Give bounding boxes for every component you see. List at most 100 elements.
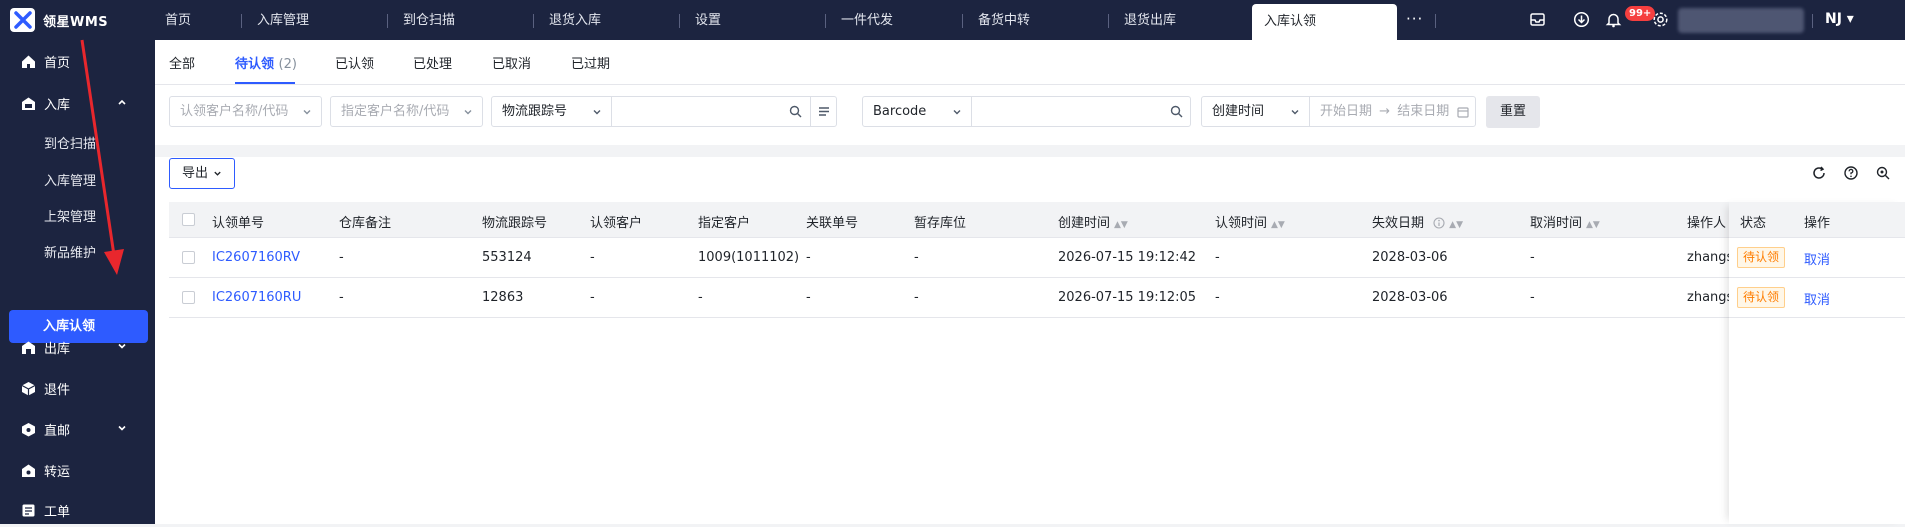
- inbox-icon[interactable]: [1529, 11, 1546, 28]
- chevron-down-icon: [118, 343, 126, 349]
- claim-no-link[interactable]: IC2607160RV: [212, 250, 300, 265]
- barcode-type-value: Barcode: [873, 104, 927, 119]
- tab-processed[interactable]: 已处理: [413, 53, 452, 72]
- help-icon[interactable]: [1844, 166, 1858, 180]
- cell-storage-location: -: [914, 250, 919, 265]
- search-icon[interactable]: [789, 105, 802, 118]
- sidebar-subitem-inbound-management[interactable]: 入库管理: [44, 170, 96, 189]
- sort-icon[interactable]: ▲▼: [1586, 220, 1600, 230]
- cell-warehouse-note: -: [339, 290, 344, 305]
- claim-no-link[interactable]: IC2607160RU: [212, 290, 301, 305]
- info-icon[interactable]: [1433, 217, 1445, 229]
- download-icon[interactable]: [1573, 11, 1590, 28]
- col-action: 操作: [1804, 216, 1831, 231]
- section-gap: [155, 145, 1905, 157]
- tracking-search-input[interactable]: [611, 96, 811, 127]
- sidebar-item-outbound[interactable]: 出库: [0, 330, 155, 364]
- sidebar-item-label: 首页: [44, 55, 71, 71]
- table-row: IC2607160RV - 553124 - 1009(1011102) - -…: [169, 238, 1899, 278]
- chevron-down-icon: [953, 110, 961, 115]
- status-badge: 待认领: [1737, 287, 1786, 308]
- direct-mail-icon: [22, 422, 35, 436]
- sidebar-item-inbound[interactable]: 入库: [0, 86, 155, 120]
- column-settings-icon[interactable]: [1876, 166, 1890, 180]
- tracking-type-select[interactable]: 物流跟踪号: [491, 96, 612, 127]
- cell-created-at: 2026-07-15 19:12:42: [1058, 250, 1197, 265]
- col-label: 失效日期: [1372, 216, 1425, 231]
- sidebar-item-returns[interactable]: 退件: [0, 371, 155, 405]
- nav-tab-inbound-management[interactable]: 入库管理: [241, 0, 387, 40]
- nav-tab-arrival-scan[interactable]: 到仓扫描: [387, 0, 533, 40]
- app-logo[interactable]: 领星WMS: [10, 8, 108, 32]
- barcode-search-input[interactable]: [971, 96, 1191, 127]
- select-all-checkbox[interactable]: [182, 213, 195, 226]
- assigned-customer-select[interactable]: 指定客户名称/代码: [330, 96, 483, 127]
- tab-expired[interactable]: 已过期: [571, 53, 610, 72]
- chevron-down-icon: [464, 110, 472, 115]
- sort-icon[interactable]: ▲▼: [1271, 220, 1285, 230]
- sort-icon[interactable]: ▲▼: [1114, 220, 1128, 230]
- cell-claimed-at: -: [1215, 290, 1220, 305]
- export-label: 导出: [182, 166, 209, 181]
- sidebar-subitem-arrival-scan[interactable]: 到仓扫描: [44, 133, 96, 152]
- col-related-no: 关联单号: [806, 216, 859, 231]
- row-checkbox[interactable]: [182, 291, 195, 304]
- sidebar: 首页 入库 到仓扫描 入库管理 上架管理 新品维护 入库认领 出库 退件 直邮 …: [0, 40, 155, 524]
- tab-claimed[interactable]: 已认领: [335, 53, 374, 72]
- tab-cancelled[interactable]: 已取消: [492, 53, 531, 72]
- col-claimed-at[interactable]: 认领时间 ▲▼: [1215, 212, 1285, 231]
- more-tabs-icon[interactable]: ···: [1406, 10, 1423, 28]
- sidebar-item-home[interactable]: 首页: [0, 44, 155, 78]
- sidebar-subitem-putaway-management[interactable]: 上架管理: [44, 206, 96, 225]
- row-checkbox[interactable]: [182, 251, 195, 264]
- nav-tab-dropshipping[interactable]: 一件代发: [825, 0, 971, 40]
- col-status: 状态: [1740, 216, 1767, 231]
- return-icon: [21, 381, 36, 395]
- time-type-select[interactable]: 创建时间: [1201, 96, 1310, 127]
- date-range-picker[interactable]: 开始日期 → 结束日期: [1309, 96, 1476, 127]
- bell-icon[interactable]: [1605, 11, 1622, 28]
- nav-tab-settings[interactable]: 设置: [679, 0, 825, 40]
- tab-pending-claim[interactable]: 待认领 (2): [235, 53, 297, 72]
- search-icon[interactable]: [1170, 105, 1183, 118]
- nav-tab-return-inbound[interactable]: 退货入库: [533, 0, 679, 40]
- nav-tab-stock-transfer[interactable]: 备货中转: [962, 0, 1108, 40]
- chevron-down-icon: [1291, 110, 1299, 115]
- col-cancelled-at[interactable]: 取消时间 ▲▼: [1530, 212, 1600, 231]
- col-expiry-date[interactable]: 失效日期 ▲▼: [1372, 212, 1463, 231]
- refresh-icon[interactable]: [1812, 166, 1826, 180]
- claim-customer-select[interactable]: 认领客户名称/代码: [169, 96, 322, 127]
- sidebar-item-tickets[interactable]: 工单: [0, 493, 155, 527]
- chevron-down-icon: [214, 171, 221, 176]
- sidebar-item-direct-mail[interactable]: 直邮: [0, 412, 155, 446]
- gear-icon[interactable]: [1652, 11, 1669, 28]
- cancel-link[interactable]: 取消: [1804, 249, 1830, 268]
- app-name: 领星WMS: [43, 14, 109, 30]
- col-created-at[interactable]: 创建时间 ▲▼: [1058, 212, 1128, 231]
- nav-tab-home[interactable]: 首页: [149, 0, 241, 40]
- barcode-type-select[interactable]: Barcode: [862, 96, 972, 127]
- tab-count: (2): [278, 57, 297, 72]
- nav-tab-return-outbound[interactable]: 退货出库: [1108, 0, 1254, 40]
- sidebar-item-label: 转运: [44, 464, 71, 480]
- user-avatar-initials[interactable]: NJ ▾: [1825, 11, 1854, 27]
- col-warehouse-note: 仓库备注: [339, 216, 392, 231]
- tab-label: 待认领: [235, 57, 275, 72]
- nav-tab-inbound-claim[interactable]: 入库认领: [1252, 4, 1397, 40]
- user-account-blurred[interactable]: [1678, 8, 1804, 33]
- export-button[interactable]: 导出: [169, 158, 235, 189]
- tab-all[interactable]: 全部: [169, 53, 195, 72]
- sort-icon[interactable]: ▲▼: [1449, 220, 1463, 230]
- logo-icon: [10, 8, 35, 32]
- sidebar-subitem-new-product[interactable]: 新品维护: [44, 242, 96, 261]
- reset-button[interactable]: 重置: [1486, 96, 1540, 128]
- chevron-up-icon: [118, 99, 126, 105]
- cell-tracking-no: 12863: [482, 290, 524, 305]
- batch-input-button[interactable]: [810, 96, 837, 127]
- status-tabs: 全部 待认领 (2) 已认领 已处理 已取消 已过期: [155, 40, 1905, 85]
- cancel-link[interactable]: 取消: [1804, 289, 1830, 308]
- chevron-down-icon: [303, 110, 311, 115]
- sidebar-item-transfer[interactable]: 转运: [0, 453, 155, 487]
- cell-related-no: -: [806, 250, 811, 265]
- nav-divider: [1812, 14, 1813, 28]
